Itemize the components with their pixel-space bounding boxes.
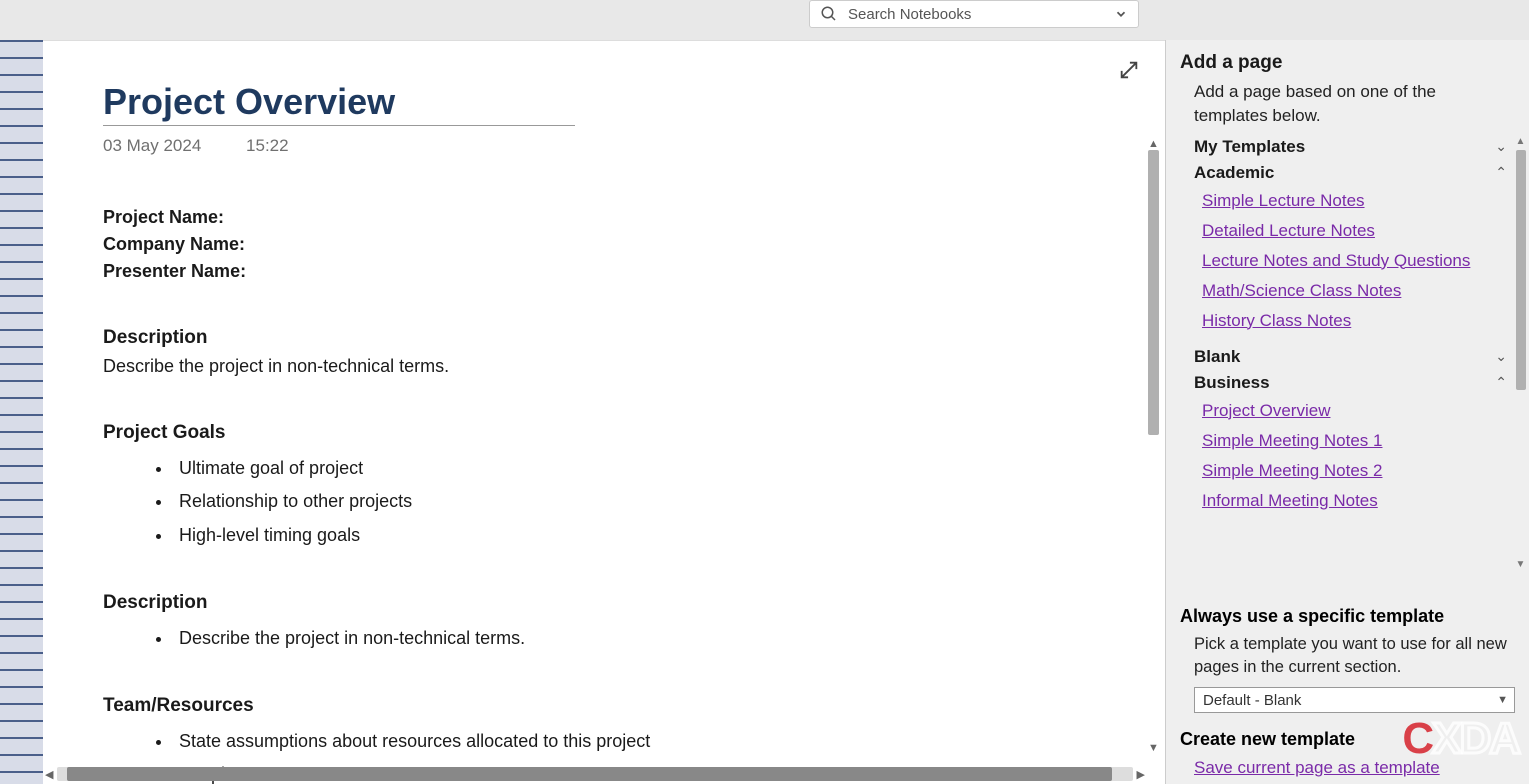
template-link[interactable]: Math/Science Class Notes [1202,276,1519,306]
section-team-resources[interactable]: Team/Resources [103,695,1105,717]
template-link[interactable]: Simple Meeting Notes 2 [1202,456,1519,486]
template-link[interactable]: History Class Notes [1202,306,1519,336]
save-as-template-link[interactable]: Save current page as a template [1180,758,1515,778]
field-project-name[interactable]: Project Name: [103,204,1105,231]
section-project-goals[interactable]: Project Goals [103,422,1105,444]
category-academic[interactable]: Academic ⌃ [1194,160,1519,186]
category-my-templates[interactable]: My Templates ⌄ [1194,134,1519,160]
description-body-1[interactable]: Describe the project in non-technical te… [103,353,1105,380]
always-use-description: Pick a template you want to use for all … [1180,633,1515,679]
scroll-left-arrow-icon[interactable]: ◀ [45,768,53,781]
binder-edge [0,40,43,784]
field-company-name[interactable]: Company Name: [103,231,1105,258]
section-description-2[interactable]: Description [103,592,1105,614]
add-page-heading: Add a page [1180,52,1515,74]
category-blank[interactable]: Blank ⌄ [1194,344,1519,370]
templates-panel: Templates Add a page Add a page based on… [1165,40,1529,784]
search-box[interactable] [809,0,1139,28]
chevron-down-icon: ⌄ [1495,138,1507,155]
page-vertical-scrollbar[interactable]: ▲ ▼ [1146,139,1161,754]
chevron-up-icon: ⌃ [1495,164,1507,181]
scroll-right-arrow-icon[interactable]: ▶ [1137,768,1145,781]
dropdown-value: Default - Blank [1203,692,1301,709]
template-list-scrollbar[interactable]: ▲ ▼ [1514,136,1527,570]
template-link[interactable]: Simple Meeting Notes 1 [1202,426,1519,456]
page-meta: 03 May 2024 15:22 [103,136,1105,156]
template-link[interactable]: Simple Lecture Notes [1202,186,1519,216]
add-page-description: Add a page based on one of the templates… [1180,80,1515,128]
scroll-up-arrow-icon[interactable]: ▲ [1148,139,1159,150]
page-date: 03 May 2024 [103,136,201,155]
template-link[interactable]: Project Overview [1202,396,1519,426]
list-item[interactable]: Describe the project in non-technical te… [173,622,1105,655]
chevron-down-icon: ⌄ [1495,348,1507,365]
category-business[interactable]: Business ⌃ [1194,370,1519,396]
search-icon [820,5,838,23]
search-input[interactable] [848,6,1114,23]
scroll-down-arrow-icon[interactable]: ▼ [1514,559,1527,570]
template-link[interactable]: Detailed Lecture Notes [1202,216,1519,246]
category-label: My Templates [1194,137,1305,157]
category-label: Blank [1194,347,1240,367]
page-canvas[interactable]: Project Overview 03 May 2024 15:22 Proje… [43,40,1165,784]
scroll-thumb[interactable] [1148,150,1159,435]
scroll-thumb[interactable] [67,767,1112,781]
create-template-heading: Create new template [1180,729,1515,750]
default-template-dropdown[interactable]: Default - Blank ▼ [1194,687,1515,713]
always-use-heading: Always use a specific template [1180,606,1515,627]
page-title[interactable]: Project Overview [103,81,575,126]
section-description-1[interactable]: Description [103,327,1105,349]
category-label: Academic [1194,163,1274,183]
chevron-down-icon[interactable] [1114,7,1128,21]
template-link[interactable]: Informal Meeting Notes [1202,486,1519,516]
chevron-up-icon: ⌃ [1495,374,1507,391]
field-presenter-name[interactable]: Presenter Name: [103,258,1105,285]
scroll-down-arrow-icon[interactable]: ▼ [1148,743,1159,754]
scroll-up-arrow-icon[interactable]: ▲ [1514,136,1527,147]
list-item[interactable]: State assumptions about resources alloca… [173,725,1105,758]
page-horizontal-scrollbar[interactable]: ◀ ▶ [45,766,1145,782]
list-item[interactable]: Relationship to other projects [173,485,1105,518]
list-item[interactable]: High-level timing goals [173,519,1105,552]
category-label: Business [1194,373,1270,393]
template-link[interactable]: Lecture Notes and Study Questions [1202,246,1519,276]
chevron-down-icon: ▼ [1497,694,1508,706]
scroll-thumb[interactable] [1516,150,1526,390]
expand-icon[interactable] [1118,59,1140,86]
list-item[interactable]: Ultimate goal of project [173,452,1105,485]
page-time: 15:22 [246,136,289,155]
